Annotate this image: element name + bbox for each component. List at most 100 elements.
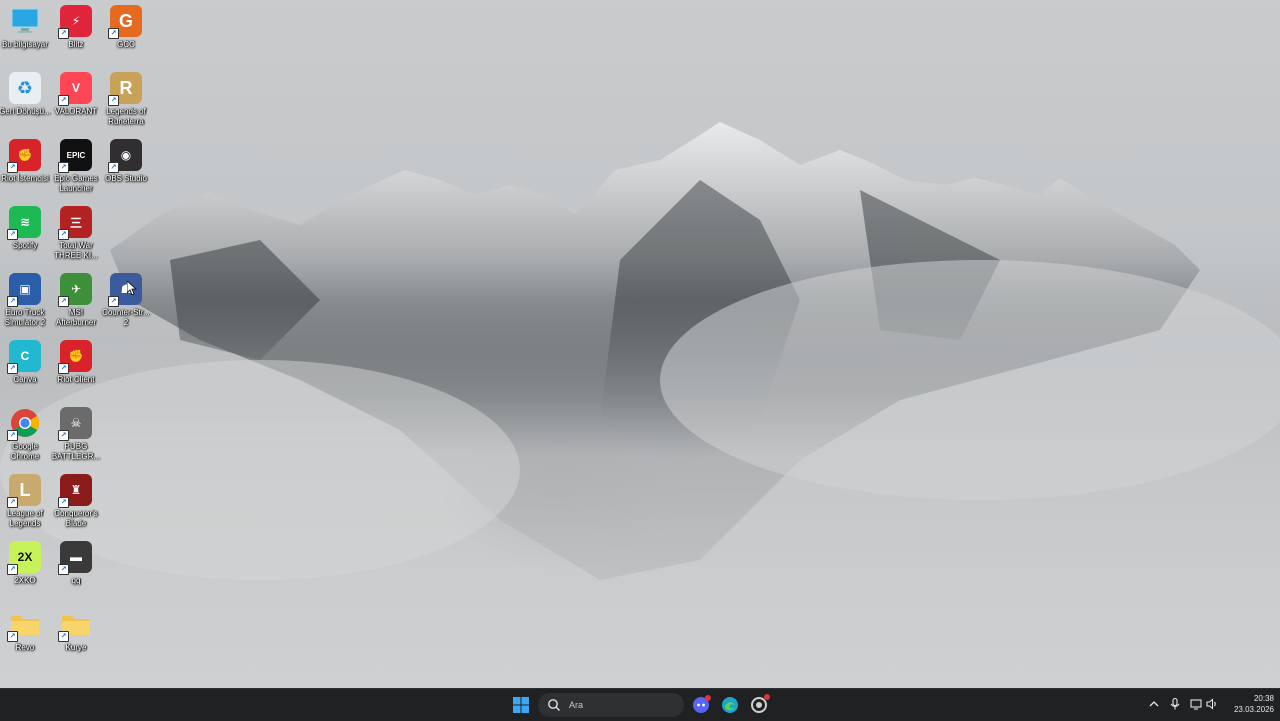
shortcut-arrow-icon: ↗ <box>7 631 18 642</box>
taskbar: 20:38 23.03.2026 <box>0 688 1280 721</box>
desktop-icon-label: Euro Truck Simulator 2 <box>4 308 46 327</box>
desktop-icon-label: Conqueror's Blade <box>54 509 98 528</box>
conquerors-blade-icon: ♜ ↗ <box>58 474 92 508</box>
pubg-icon: ☠ ↗ <box>58 407 92 441</box>
desktop-icon-label: Counter-Str... 2 <box>102 308 150 327</box>
desktop-icon-obs-studio[interactable]: ◉ ↗ OBS Studio <box>101 139 151 184</box>
taskbar-search-box[interactable] <box>538 693 684 717</box>
desktop-icon-spotify[interactable]: ≋ ↗ Spotify <box>0 206 50 251</box>
desktop-icon-label: Canva <box>13 375 37 384</box>
desktop-icon-label: VALORANT <box>54 107 98 116</box>
shortcut-arrow-icon: ↗ <box>7 497 18 508</box>
desktop-icon-label: OBS Studio <box>105 174 147 183</box>
total-war-icon: 三 ↗ <box>58 206 92 240</box>
desktop-icon-kurye[interactable]: ↗ Kurye <box>51 608 101 653</box>
desktop-icon-pubg-battlegr[interactable]: ☠ ↗ PUBG BATTLEGR... <box>51 407 101 461</box>
counter-strike-icon: ☗ ↗ <box>108 273 142 307</box>
folder-icon: ↗ <box>7 608 41 642</box>
edge-icon <box>722 697 738 713</box>
taskbar-app-discord[interactable] <box>688 692 714 718</box>
desktop-icon-riot-i-stemcisi[interactable]: ✊ ↗ Riot İstemcisi <box>0 139 50 184</box>
notification-badge <box>705 695 711 701</box>
volume-icon[interactable] <box>1205 697 1219 711</box>
shortcut-arrow-icon: ↗ <box>7 296 18 307</box>
shortcut-arrow-icon: ↗ <box>108 28 119 39</box>
desktop-icon-revo[interactable]: ↗ Revo <box>0 608 50 653</box>
desktop-wallpaper <box>0 0 1280 688</box>
desktop-icon-blitz[interactable]: ⚡ ↗ Blitz <box>51 5 101 50</box>
desktop-icon-label: Google Chrome <box>10 442 40 461</box>
desktop-icon-msi-afterburner[interactable]: ✈ ↗ MSI Afterburner <box>51 273 101 327</box>
taskbar-app-edge[interactable] <box>717 692 743 718</box>
desktop-icon-label: Blitz <box>68 40 84 49</box>
obs-icon: ◉ ↗ <box>108 139 142 173</box>
desktop-icon-grid: Bu bilgisayar ⚡ ↗ Blitz G ↗ GCC ♻ Geri Dönüşü...… <box>0 0 160 688</box>
desktop-icon-legends-of-runeterra[interactable]: R ↗ Legends of Runeterra <box>101 72 151 126</box>
desktop-icon-label: League of Legends <box>7 509 43 528</box>
desktop-icon-counter-str-2[interactable]: ☗ ↗ Counter-Str... 2 <box>101 273 151 327</box>
shortcut-arrow-icon: ↗ <box>58 430 69 441</box>
desktop-icon-qq[interactable]: ▬ ↗ qq <box>51 541 101 586</box>
desktop-icon-label: MSI Afterburner <box>55 308 97 327</box>
start-button[interactable] <box>508 692 534 718</box>
taskbar-app-riot[interactable] <box>746 692 772 718</box>
desktop-icon-label: qq <box>71 576 81 585</box>
valorant-icon: V ↗ <box>58 72 92 106</box>
desktop-icon-gcc[interactable]: G ↗ GCC <box>101 5 151 50</box>
desktop-icon-label: Riot İstemcisi <box>1 174 49 183</box>
riot-client-icon: ✊ ↗ <box>58 340 92 374</box>
desktop-icon-label: PUBG BATTLEGR... <box>51 442 101 461</box>
desktop-icon-2xko[interactable]: 2X ↗ 2XKO <box>0 541 50 586</box>
shortcut-arrow-icon: ↗ <box>58 162 69 173</box>
shortcut-arrow-icon: ↗ <box>58 296 69 307</box>
desktop-icon-label: Bu bilgisayar <box>2 40 48 49</box>
shortcut-arrow-icon: ↗ <box>7 564 18 575</box>
desktop-icon-euro-truck-simulator-2[interactable]: ▣ ↗ Euro Truck Simulator 2 <box>0 273 50 327</box>
windows-logo-icon <box>513 697 529 713</box>
shortcut-arrow-icon: ↗ <box>108 296 119 307</box>
search-icon <box>548 699 560 711</box>
lol-icon: L ↗ <box>7 474 41 508</box>
desktop-icon-epic-games-launcher[interactable]: EPIC ↗ Epic Games Launcher <box>51 139 101 193</box>
shortcut-arrow-icon: ↗ <box>58 229 69 240</box>
desktop-icon-geri-dönüşü[interactable]: ♻ Geri Dönüşü... <box>0 72 51 117</box>
desktop-icon-label: Legends of Runeterra <box>106 107 146 126</box>
desktop-icon-label: Total War THREE KI... <box>54 241 98 260</box>
shortcut-arrow-icon: ↗ <box>58 564 69 575</box>
shortcut-arrow-icon: ↗ <box>108 162 119 173</box>
gcc-icon: G ↗ <box>108 5 142 39</box>
epic-games-icon: EPIC ↗ <box>58 139 92 173</box>
clock-time: 20:38 <box>1253 694 1274 703</box>
riot-client-icon: ✊ ↗ <box>7 139 41 173</box>
mountain-wallpaper-image <box>0 122 1280 688</box>
network-icon[interactable] <box>1189 697 1203 711</box>
search-input[interactable] <box>567 699 681 711</box>
desktop-icon-google-chrome[interactable]: ↗ Google Chrome <box>0 407 50 461</box>
chrome-icon: ↗ <box>7 407 41 441</box>
mouse-cursor-icon <box>127 281 137 295</box>
desktop-icon-riot-client[interactable]: ✊ ↗ Riot Client <box>51 340 101 385</box>
shortcut-arrow-icon: ↗ <box>58 28 69 39</box>
taskbar-clock[interactable]: 20:38 23.03.2026 <box>1222 693 1274 715</box>
truck-icon: ▣ ↗ <box>7 273 41 307</box>
desktop-icon-label: 2XKO <box>14 576 36 585</box>
desktop-icon-label: GCC <box>117 40 135 49</box>
desktop-icon-valorant[interactable]: V ↗ VALORANT <box>51 72 101 117</box>
shortcut-arrow-icon: ↗ <box>58 497 69 508</box>
2xko-icon: 2X ↗ <box>7 541 41 575</box>
show-hidden-icons-chevron-icon[interactable] <box>1147 697 1161 711</box>
desktop-icon-canva[interactable]: C ↗ Canva <box>0 340 50 385</box>
shortcut-arrow-icon: ↗ <box>7 229 18 240</box>
microphone-icon[interactable] <box>1168 697 1182 711</box>
desktop-icon-bu-bilgisayar[interactable]: Bu bilgisayar <box>0 5 50 50</box>
desktop-icon-label: Geri Dönüşü... <box>0 107 51 116</box>
shortcut-arrow-icon: ↗ <box>7 430 18 441</box>
desktop-icon-conqueror-s-blade[interactable]: ♜ ↗ Conqueror's Blade <box>51 474 101 528</box>
notification-badge <box>764 694 770 700</box>
folder-icon: ↗ <box>58 608 92 642</box>
desktop-icon-label: Riot Client <box>57 375 95 384</box>
shortcut-arrow-icon: ↗ <box>58 95 69 106</box>
blitz-icon: ⚡ ↗ <box>58 5 92 39</box>
desktop-icon-total-war-three-ki[interactable]: 三 ↗ Total War THREE KI... <box>51 206 101 260</box>
desktop-icon-league-of-legends[interactable]: L ↗ League of Legends <box>0 474 50 528</box>
